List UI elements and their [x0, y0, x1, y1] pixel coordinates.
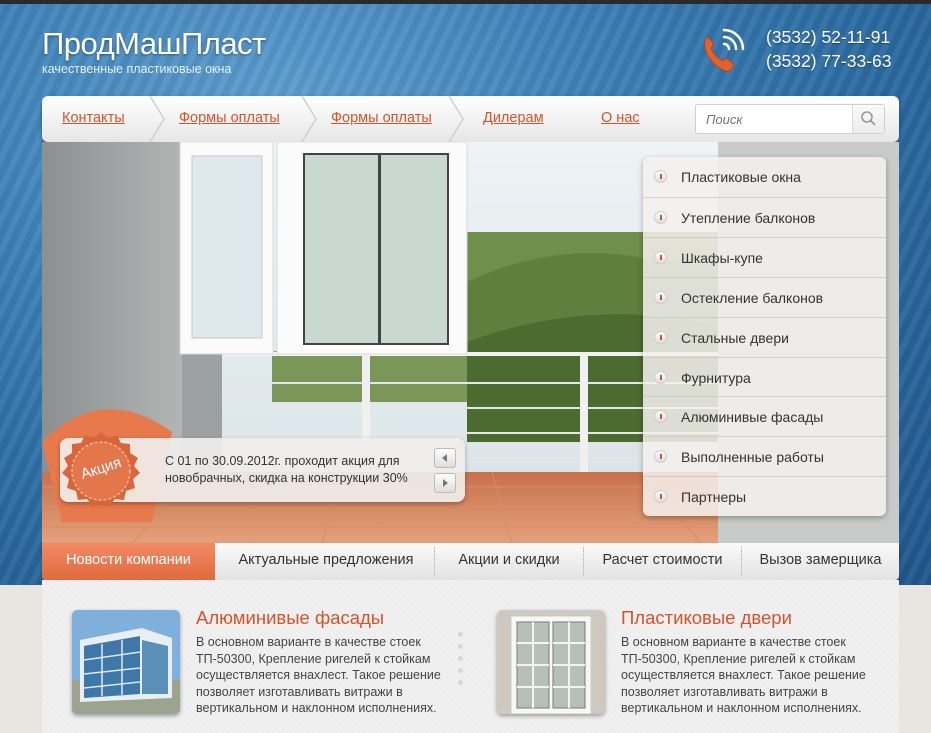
sidebar-item-aluminum-facades[interactable]: Алюминивые фасады	[643, 396, 886, 436]
tab-company-news[interactable]: Новости компании	[42, 543, 215, 580]
top-navigation: Контакты Формы оплаты Формы оплаты Дилер…	[42, 96, 899, 142]
bullet-icon	[654, 450, 667, 464]
bullet-icon	[654, 330, 667, 344]
sidebar-item-label: Пластиковые окна	[681, 169, 801, 185]
card-text-aluminum-facades: В основном варианте в качестве стоек ТП-…	[196, 635, 441, 716]
search-box	[695, 104, 885, 134]
phone-number-1[interactable]: (3532) 52-11-91	[766, 25, 892, 49]
divider-dots	[458, 632, 464, 702]
sidebar-item-label: Шкафы-купе	[681, 249, 763, 266]
sidebar-item-label: Алюминивые фасады	[681, 409, 824, 426]
sidebar-item-wardrobes[interactable]: Шкафы-купе	[643, 236, 886, 277]
sidebar-item-partners[interactable]: Партнеры	[643, 476, 886, 516]
sidebar-item-label: Утепление балконов	[681, 209, 816, 226]
search-icon	[861, 111, 876, 126]
bullet-icon	[654, 250, 667, 264]
sidebar-item-label: Фурнитура	[681, 369, 751, 386]
site-tagline: качественные пластиковые окна	[42, 62, 232, 76]
nav-separator	[301, 96, 317, 142]
bullet-icon	[654, 170, 667, 183]
nav-item-about[interactable]: О нас	[601, 110, 640, 126]
phone-number-2[interactable]: (3532) 77-33-63	[766, 49, 892, 73]
tab-current-offers[interactable]: Актуальные предложения	[218, 543, 434, 580]
door-photo	[497, 610, 605, 714]
top-border	[0, 0, 931, 4]
sidebar-item-balcony-glazing[interactable]: Остекление балконов	[643, 276, 886, 317]
bullet-icon	[654, 210, 667, 224]
content-tabs: Новости компании Актуальные предложения …	[42, 543, 899, 580]
nav-item-dealers[interactable]: Дилерам	[483, 110, 544, 126]
bullet-icon	[654, 490, 667, 504]
nav-item-contacts[interactable]: Контакты	[62, 110, 125, 126]
promo-next-button[interactable]	[434, 473, 456, 493]
bullet-icon	[654, 290, 667, 304]
building-photo	[72, 610, 180, 714]
sidebar-item-label: Партнеры	[681, 489, 747, 506]
phone-icon	[704, 28, 745, 72]
sidebar-item-balcony-insulation[interactable]: Утепление балконов	[643, 196, 886, 237]
sidebar-item-hardware[interactable]: Фурнитура	[643, 356, 886, 397]
card-title-plastic-doors[interactable]: Пластиковые двери	[621, 607, 792, 629]
tab-call-measurer[interactable]: Вызов замерщика	[742, 543, 899, 580]
promo-badge: Акция	[60, 430, 142, 512]
promo-prev-button[interactable]	[434, 448, 456, 468]
promo-text: С 01 по 30.09.2012г. проходит акция для …	[165, 454, 408, 485]
search-input[interactable]	[696, 105, 854, 133]
arrow-right-icon	[443, 479, 448, 487]
card-text-plastic-doors: В основном варианте в качестве стоек ТП-…	[621, 635, 866, 716]
sidebar-item-plastic-windows[interactable]: Пластиковые окна	[643, 157, 886, 197]
search-button[interactable]	[852, 105, 884, 133]
arrow-left-icon	[442, 454, 447, 462]
nav-item-payment-forms[interactable]: Формы оплаты	[179, 110, 280, 126]
sidebar-item-label: Остекление балконов	[681, 289, 824, 306]
sidebar-menu: Пластиковые окна Утепление балконов Шкаф…	[643, 157, 886, 516]
sidebar-item-completed-works[interactable]: Выполненные работы	[643, 436, 886, 476]
sidebar-item-label: Стальные двери	[681, 329, 789, 346]
sidebar-item-steel-doors[interactable]: Стальные двери	[643, 316, 886, 357]
tab-cost-calculation[interactable]: Расчет стоимости	[584, 543, 741, 580]
card-title-aluminum-facades[interactable]: Алюминивые фасады	[196, 607, 384, 629]
nav-separator	[149, 96, 165, 142]
bullet-icon	[654, 410, 667, 424]
card-image-plastic-doors[interactable]	[497, 610, 605, 714]
tab-promotions[interactable]: Акции и скидки	[435, 543, 583, 580]
sidebar-item-label: Выполненные работы	[681, 449, 824, 466]
card-image-aluminum-facades[interactable]	[72, 610, 180, 714]
site-logo[interactable]: ПродМашПласт	[42, 26, 266, 62]
nav-separator	[448, 96, 464, 142]
nav-item-payment-forms-2[interactable]: Формы оплаты	[331, 110, 432, 126]
phone-numbers: (3532) 52-11-91 (3532) 77-33-63	[766, 25, 892, 73]
bullet-icon	[654, 370, 667, 384]
